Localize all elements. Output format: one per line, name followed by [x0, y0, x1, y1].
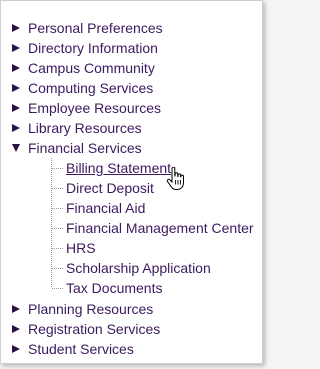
nav-item-label: Registration Services: [28, 321, 161, 337]
triangle-down-icon: [12, 144, 20, 152]
subnav-item-label: Financial Aid: [66, 200, 146, 216]
triangle-right-icon: [12, 305, 20, 313]
triangle-right-icon: [12, 44, 20, 52]
subnav-item-label: Direct Deposit: [66, 180, 154, 196]
subnav-item-label: Tax Documents: [66, 280, 163, 296]
triangle-right-icon: [12, 325, 20, 333]
nav-item-label: Employee Resources: [28, 100, 162, 116]
subnav-item-label: Billing Statement: [66, 160, 172, 176]
subnav-item-label: Scholarship Application: [66, 260, 211, 276]
nav-item-label: Student Services: [28, 341, 134, 357]
subnav-item-label: HRS: [66, 240, 96, 256]
hand-cursor-icon: [166, 167, 184, 190]
navigation-panel: Personal Preferences Directory Informati…: [0, 0, 263, 364]
nav-item-label: Personal Preferences: [28, 20, 163, 36]
triangle-right-icon: [12, 64, 20, 72]
triangle-right-icon: [12, 124, 20, 132]
nav-item-label: Directory Information: [28, 40, 158, 56]
nav-item-label: Planning Resources: [28, 301, 154, 317]
triangle-right-icon: [12, 84, 20, 92]
triangle-right-icon: [12, 24, 20, 32]
triangle-right-icon: [12, 345, 20, 353]
nav-item-label: Library Resources: [28, 120, 142, 136]
nav-item-label: Computing Services: [28, 80, 154, 96]
nav-item-label: Campus Community: [28, 60, 155, 76]
nav-item-label: Financial Services: [28, 140, 142, 156]
subnav-item-label: Financial Management Center: [66, 220, 254, 236]
triangle-right-icon: [12, 104, 20, 112]
